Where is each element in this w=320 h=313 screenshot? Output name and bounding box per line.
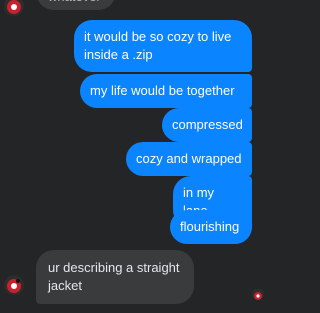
outgoing-message: flourishing <box>170 210 252 244</box>
seen-avatar-icon <box>252 289 264 300</box>
outgoing-message: compressed <box>162 108 252 142</box>
sender-avatar[interactable] <box>4 275 24 295</box>
sender-avatar-top[interactable] <box>4 0 24 16</box>
incoming-message-partial: whatever <box>36 0 116 10</box>
seen-receipt <box>252 288 264 300</box>
outgoing-message: it would be so cozy to live inside a .zi… <box>74 20 252 72</box>
outgoing-message: cozy and wrapped <box>126 142 252 176</box>
avatar-icon <box>4 275 24 295</box>
incoming-partial-text: whatever <box>48 0 101 4</box>
outgoing-message-text: it would be so cozy to live inside a .zi… <box>84 29 232 62</box>
outgoing-message-text: my life would be together <box>90 83 235 98</box>
outgoing-message-text: compressed <box>172 117 243 132</box>
incoming-message-text: ur describing a straight jacket <box>48 260 180 293</box>
incoming-message: ur describing a straight jacket <box>36 250 194 304</box>
outgoing-message: my life would be together <box>80 74 252 108</box>
outgoing-message-text: flourishing <box>180 219 240 234</box>
outgoing-message-text: cozy and wrapped <box>136 151 242 166</box>
avatar-icon <box>4 0 24 16</box>
